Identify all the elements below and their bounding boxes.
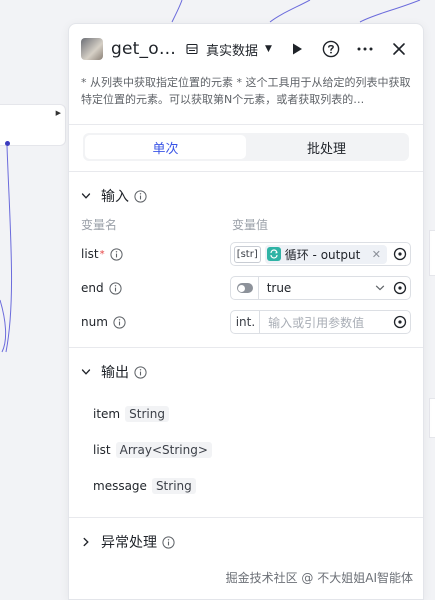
canvas-node-right-2[interactable]: [429, 398, 435, 438]
output-item: list Array<String>: [69, 432, 423, 468]
database-icon: [186, 43, 198, 55]
required-mark: *: [99, 248, 105, 260]
close-icon: [393, 43, 405, 55]
divider: [69, 517, 423, 518]
user-avatar: [81, 38, 103, 60]
clear-icon[interactable]: ✕: [372, 248, 381, 261]
output-type-badge: String: [151, 478, 196, 494]
info-icon[interactable]: [109, 281, 122, 295]
chevron-down-icon[interactable]: [81, 191, 91, 201]
info-icon[interactable]: [134, 365, 147, 379]
param-row-end: end true: [69, 272, 423, 304]
run-button[interactable]: [283, 35, 311, 63]
output-item: message String: [69, 468, 423, 504]
num-value-input[interactable]: int. 输入或引用参数值: [229, 310, 411, 334]
canvas-node-left[interactable]: ▶: [0, 104, 66, 146]
variable-reference-chip[interactable]: 循环 - output ✕: [264, 244, 387, 264]
output-name: list: [93, 443, 111, 457]
chevron-right-icon[interactable]: [81, 537, 91, 547]
node-port-dot[interactable]: [5, 141, 10, 146]
exception-title: 异常处理: [101, 535, 157, 551]
col-variable-name: 变量名: [81, 217, 118, 232]
end-value-select[interactable]: true: [229, 276, 411, 300]
output-type-badge: Array<String>: [115, 442, 212, 458]
info-icon[interactable]: [113, 315, 126, 329]
node-expand-icon: ▶: [55, 109, 61, 117]
selected-value: true: [266, 281, 292, 295]
param-row-num: num int. 输入或引用参数值: [69, 306, 423, 338]
inputs-title: 输入: [101, 189, 129, 205]
caret-down-icon[interactable]: ▼: [265, 44, 272, 54]
output-list: item String list Array<String> message S…: [69, 396, 423, 504]
node-title[interactable]: get_o…: [111, 39, 176, 59]
info-icon[interactable]: [134, 189, 147, 203]
output-name: message: [93, 479, 147, 493]
param-name: list: [81, 247, 99, 261]
num-input-placeholder: 输入或引用参数值: [268, 315, 365, 330]
output-name: item: [93, 407, 121, 421]
info-icon[interactable]: [110, 247, 123, 261]
tab-batch[interactable]: 批处理: [246, 135, 407, 159]
help-button[interactable]: [317, 35, 345, 63]
more-horizontal-icon: [357, 47, 373, 51]
reference-target-icon[interactable]: [393, 281, 407, 295]
panel-header: get_o… 真实数据 ▼: [69, 24, 423, 74]
outputs-section-header[interactable]: 输出: [69, 354, 423, 390]
inputs-section-header[interactable]: 输入: [69, 178, 423, 214]
node-description: * 从列表中获取指定位置的元素 * 这个工具用于从给定的列表中获取特定位置的元素…: [81, 76, 411, 106]
canvas-node-right-1[interactable]: [429, 230, 435, 276]
reference-target-icon[interactable]: [393, 247, 407, 261]
list-value-field[interactable]: [str] 循环 - output ✕: [229, 242, 411, 266]
exception-section-header[interactable]: 异常处理: [69, 524, 423, 560]
divider: [69, 171, 423, 172]
type-tag: [str]: [233, 245, 261, 263]
output-item: item String: [69, 396, 423, 432]
param-row-list: list * [str] 循环 - output ✕: [69, 238, 423, 270]
node-config-panel: get_o… 真实数据 ▼ * 从列表中获取指定位置的元素 * 这个工具用于从给…: [68, 23, 424, 600]
data-mode-selector[interactable]: 真实数据: [206, 40, 258, 59]
reference-target-icon[interactable]: [393, 315, 407, 329]
param-name: num: [81, 315, 108, 329]
info-icon[interactable]: [162, 535, 175, 549]
tab-single[interactable]: 单次: [85, 135, 246, 159]
divider: [69, 347, 423, 348]
variable-reference-label: 循环 - output: [284, 247, 361, 262]
run-mode-tabs: 单次 批处理: [83, 133, 409, 161]
more-button[interactable]: [351, 35, 379, 63]
output-type-badge: String: [125, 406, 169, 422]
col-variable-value: 变量值: [232, 217, 269, 232]
loop-icon: [266, 247, 281, 261]
chevron-down-icon[interactable]: [81, 367, 91, 377]
type-tag: int.: [235, 315, 256, 329]
outputs-title: 输出: [101, 365, 129, 381]
close-button[interactable]: [385, 35, 413, 63]
play-icon: [293, 43, 302, 55]
boolean-toggle-icon[interactable]: [236, 283, 253, 293]
param-name: end: [81, 281, 104, 295]
help-circle-icon: [322, 40, 340, 58]
chevron-down-icon[interactable]: [375, 283, 385, 293]
watermark: 掘金技术社区 @ 不大姐姐AI智能体: [225, 571, 413, 585]
input-column-headers: 变量名 变量值: [69, 214, 423, 234]
